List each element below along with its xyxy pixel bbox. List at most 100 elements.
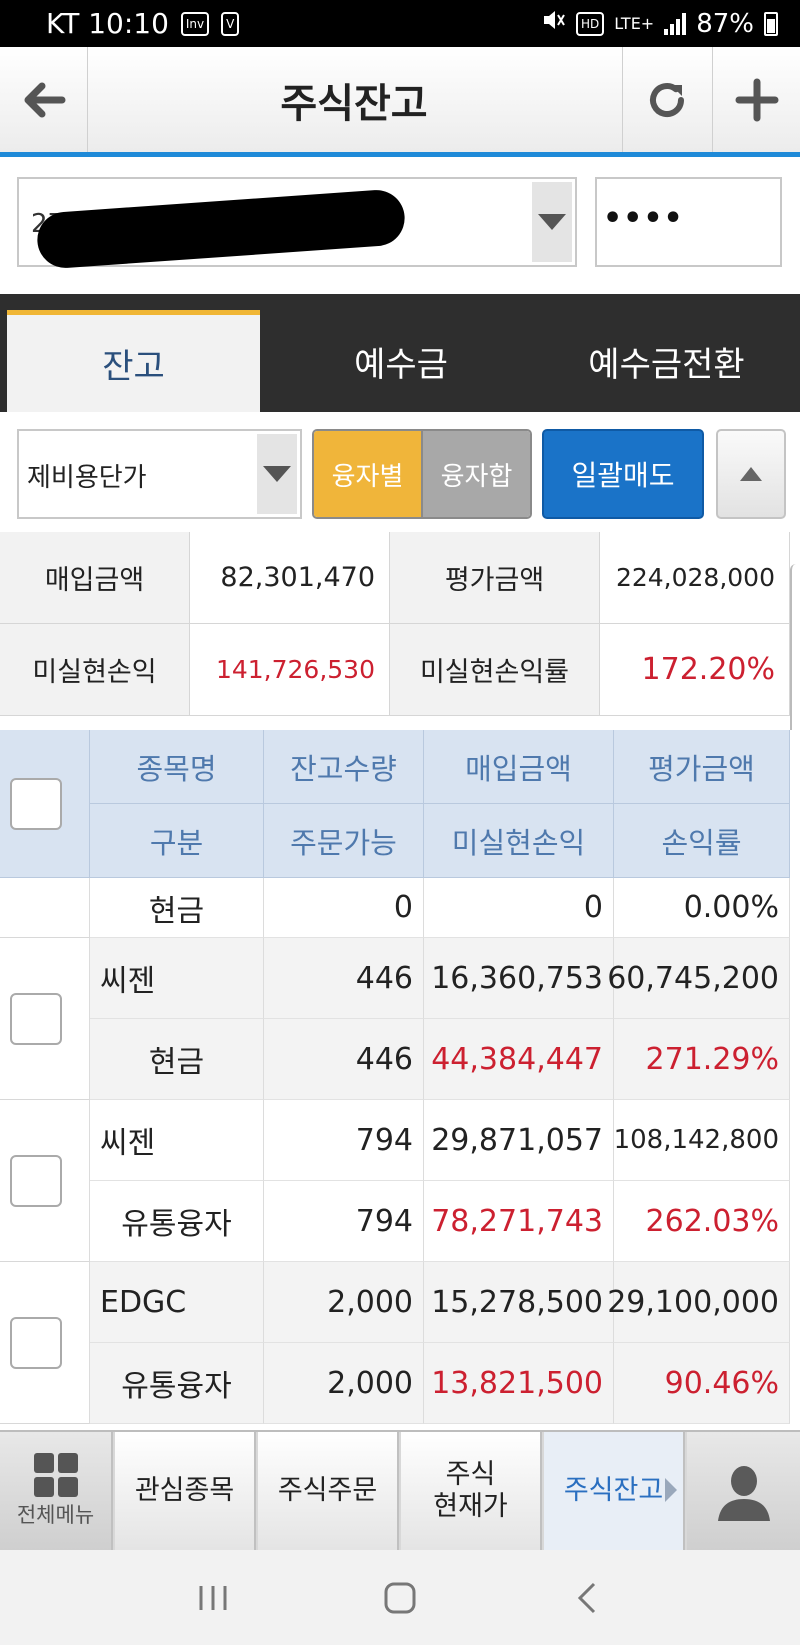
balance-summary: 매입금액 82,301,470 평가금액 224,028,000 미실현손익 1… bbox=[0, 532, 800, 864]
nav-profile[interactable] bbox=[687, 1432, 800, 1550]
chevron-left-icon bbox=[577, 1582, 595, 1613]
nav-watchlist[interactable]: 관심종목 bbox=[115, 1432, 256, 1550]
user-icon bbox=[717, 1466, 770, 1521]
chevron-right-icon bbox=[665, 1478, 677, 1502]
v-icon: V bbox=[221, 11, 240, 36]
back-button[interactable] bbox=[0, 47, 88, 152]
sum-loan-button[interactable]: 융자합 bbox=[421, 431, 530, 517]
col-header-qty[interactable]: 잔고수량 bbox=[264, 730, 424, 804]
table-cell-purchase: 29,871,057 bbox=[424, 1100, 614, 1181]
nav-all-menu[interactable]: 전체메뉴 bbox=[0, 1432, 113, 1550]
account-dropdown-button[interactable] bbox=[532, 182, 572, 262]
table-cell-orderable: 794 bbox=[264, 1181, 424, 1262]
status-bar: KT 10:10 Inv V HD LTE+ 87% bbox=[0, 0, 800, 47]
home-button[interactable] bbox=[360, 1568, 440, 1628]
bulk-sell-button[interactable]: 일괄매도 bbox=[542, 429, 704, 519]
table-cell-eval: 60,745,200 bbox=[607, 938, 790, 1019]
table-cell-pnl: 0 bbox=[424, 878, 614, 938]
price-basis-dropdown-button[interactable] bbox=[257, 434, 297, 514]
nav-stock-balance[interactable]: 주식잔고 bbox=[544, 1432, 685, 1550]
table-cell-pnl: 78,271,743 bbox=[424, 1181, 614, 1262]
col-header-pnl[interactable]: 미실현손익 bbox=[424, 804, 614, 878]
col-header-purchase[interactable]: 매입금액 bbox=[424, 730, 614, 804]
account-select[interactable]: 27 bbox=[17, 177, 577, 270]
carrier-time: KT 10:10 bbox=[46, 7, 169, 40]
redaction-mask bbox=[35, 188, 407, 270]
select-all-checkbox[interactable] bbox=[10, 778, 62, 830]
table-cell-qty: 446 bbox=[264, 938, 424, 1019]
purchase-amount-label: 매입금액 bbox=[0, 532, 190, 624]
grid-menu-icon bbox=[33, 1453, 78, 1498]
table-row-checkbox-cell bbox=[0, 1262, 90, 1424]
refresh-icon bbox=[649, 82, 684, 117]
row-checkbox[interactable] bbox=[10, 1155, 62, 1207]
table-cell-eval: 108,142,800 bbox=[614, 1100, 790, 1181]
collapse-up-button[interactable] bbox=[716, 429, 786, 519]
unrealized-pnl-value: 141,726,530 bbox=[190, 624, 390, 716]
table-row-checkbox-cell bbox=[0, 938, 90, 1100]
col-header-rate[interactable]: 손익률 bbox=[614, 804, 790, 878]
tab-deposit-conversion[interactable]: 예수금전환 bbox=[540, 310, 793, 412]
page-title: 주식잔고 bbox=[280, 80, 428, 127]
table-cell-type: 현금 bbox=[90, 1019, 264, 1100]
col-header-name[interactable]: 종목명 bbox=[90, 730, 264, 804]
hd-icon: HD bbox=[575, 11, 605, 36]
table-cell-pnl: 13,821,500 bbox=[424, 1343, 614, 1424]
eval-amount-label: 평가금액 bbox=[390, 532, 600, 624]
price-basis-select[interactable]: 제비용단가 bbox=[17, 429, 302, 519]
plus-icon bbox=[735, 78, 778, 121]
by-loan-button[interactable]: 융자별 bbox=[314, 431, 421, 517]
triangle-up-icon bbox=[740, 467, 762, 481]
inv-icon: Inv bbox=[180, 11, 210, 36]
nav-all-menu-label: 전체메뉴 bbox=[16, 1503, 95, 1528]
loan-view-toggle: 융자별 융자합 bbox=[312, 429, 532, 519]
recent-apps-button[interactable] bbox=[173, 1568, 253, 1628]
col-header-type[interactable]: 구분 bbox=[90, 804, 264, 878]
password-field[interactable]: •••• bbox=[595, 177, 782, 267]
nav-stock-order[interactable]: 주식주문 bbox=[258, 1432, 399, 1550]
add-button[interactable] bbox=[712, 47, 800, 152]
tab-deposit[interactable]: 예수금 bbox=[270, 310, 532, 412]
chevron-down-icon bbox=[263, 466, 291, 482]
battery-percent: 87% bbox=[696, 8, 754, 39]
refresh-button[interactable] bbox=[622, 47, 710, 152]
nav-current-price[interactable]: 주식 현재가 bbox=[401, 1432, 542, 1550]
table-cell-qty: 794 bbox=[264, 1100, 424, 1181]
tab-balance[interactable]: 잔고 bbox=[7, 310, 260, 412]
mute-icon bbox=[540, 7, 566, 40]
table-cell-purchase: 16,360,753 bbox=[424, 938, 614, 1019]
table-cell-type: 현금 bbox=[90, 878, 264, 938]
tab-bar: 잔고 예수금 예수금전환 bbox=[0, 294, 800, 412]
filter-row: 제비용단가 융자별 융자합 일괄매도 bbox=[0, 412, 800, 532]
table-cell-orderable: 0 bbox=[264, 878, 424, 938]
table-cell-name[interactable]: 씨젠 bbox=[90, 1100, 264, 1181]
row-checkbox[interactable] bbox=[10, 993, 62, 1045]
purchase-amount-value: 82,301,470 bbox=[190, 532, 390, 624]
table-cell-name[interactable]: 씨젠 bbox=[90, 938, 264, 1019]
price-basis-value: 제비용단가 bbox=[27, 463, 147, 493]
unrealized-pnl-label: 미실현손익 bbox=[0, 624, 190, 716]
table-cell-rate: 271.29% bbox=[614, 1019, 790, 1100]
signal-icon bbox=[664, 12, 687, 35]
table-cell-eval: 29,100,000 bbox=[607, 1262, 790, 1343]
table-cell-type: 유통융자 bbox=[90, 1343, 264, 1424]
table-cell-rate: 90.46% bbox=[614, 1343, 790, 1424]
row-checkbox[interactable] bbox=[10, 1317, 62, 1369]
table-cell-orderable: 2,000 bbox=[264, 1343, 424, 1424]
chevron-down-icon bbox=[538, 214, 566, 230]
table-cell-qty: 2,000 bbox=[264, 1262, 424, 1343]
table-cell-orderable: 446 bbox=[264, 1019, 424, 1100]
system-nav-bar bbox=[0, 1550, 800, 1645]
table-header-checkbox-cell bbox=[0, 730, 90, 878]
table-cell-rate: 0.00% bbox=[614, 878, 790, 938]
unrealized-rate-value: 172.20% bbox=[600, 624, 790, 716]
col-header-eval[interactable]: 평가금액 bbox=[614, 730, 790, 804]
app-header: 주식잔고 bbox=[0, 47, 800, 157]
eval-amount-value: 224,028,000 bbox=[600, 532, 790, 624]
col-header-orderable[interactable]: 주문가능 bbox=[264, 804, 424, 878]
account-row: 27 •••• bbox=[0, 162, 800, 294]
table-cell-pnl: 44,384,447 bbox=[424, 1019, 614, 1100]
table-cell-name[interactable]: EDGC bbox=[90, 1262, 264, 1343]
back-arrow-icon bbox=[24, 82, 65, 117]
back-nav-button[interactable] bbox=[547, 1568, 627, 1628]
